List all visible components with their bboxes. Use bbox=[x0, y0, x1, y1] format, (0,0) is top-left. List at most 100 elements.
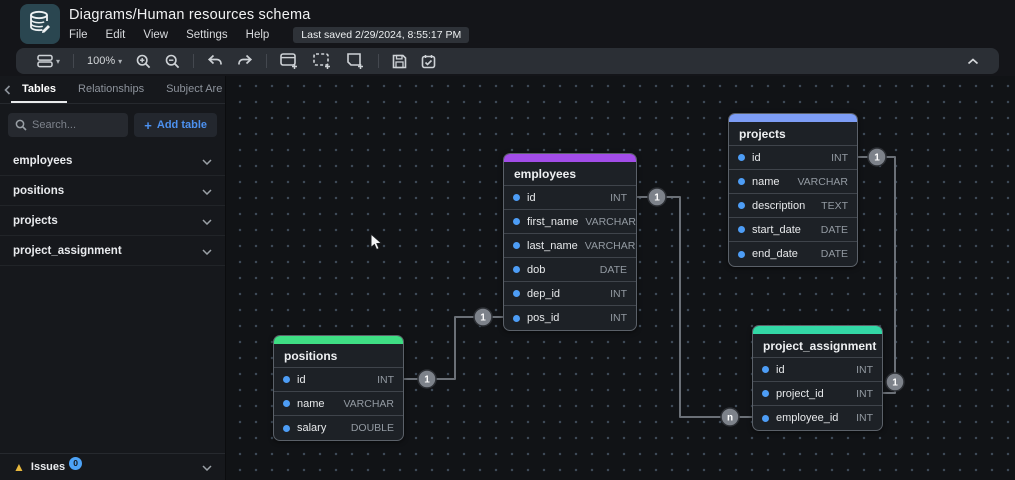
sidebar-item-employees[interactable]: employees bbox=[0, 146, 225, 176]
field-row-end_date[interactable]: end_date DATE bbox=[729, 242, 857, 266]
add-table-tool[interactable] bbox=[273, 48, 306, 74]
field-row-dep_id[interactable]: dep_id INT bbox=[504, 282, 636, 306]
zoom-in-button[interactable] bbox=[129, 48, 158, 74]
field-dot-icon bbox=[513, 194, 520, 201]
undo-button[interactable] bbox=[200, 48, 230, 74]
add-area-tool[interactable] bbox=[306, 48, 339, 74]
sidebar-tabbar: Tables Relationships Subject Are bbox=[0, 76, 241, 104]
field-row-project_id[interactable]: project_id INT bbox=[753, 382, 882, 406]
field-row-employee_id[interactable]: employee_id INT bbox=[753, 406, 882, 430]
table-accent-strip bbox=[504, 154, 636, 162]
sidebar-item-label: project_assignment bbox=[13, 244, 122, 257]
zoom-out-button[interactable] bbox=[158, 48, 187, 74]
field-row-name[interactable]: name VARCHAR bbox=[729, 170, 857, 194]
app-logo[interactable] bbox=[20, 4, 60, 44]
field-type: INT bbox=[856, 363, 873, 376]
table-header[interactable]: projects bbox=[729, 122, 857, 146]
menu-file[interactable]: File bbox=[69, 29, 88, 41]
tab-relationships[interactable]: Relationships bbox=[67, 76, 155, 103]
table-name: project_assignment bbox=[763, 338, 877, 353]
field-type: INT bbox=[610, 287, 627, 300]
field-row-name[interactable]: name VARCHAR bbox=[274, 392, 403, 416]
field-row-start_date[interactable]: start_date DATE bbox=[729, 218, 857, 242]
chevron-down-icon bbox=[202, 458, 212, 476]
collapse-header-button[interactable] bbox=[961, 52, 985, 70]
plus-icon: + bbox=[144, 117, 152, 133]
field-type: TEXT bbox=[821, 199, 848, 212]
field-name: salary bbox=[297, 422, 327, 434]
diagram-menu-button[interactable]: ▾ bbox=[30, 48, 67, 74]
field-dot-icon bbox=[762, 390, 769, 397]
field-name: description bbox=[752, 199, 806, 212]
zoom-level-value: 100% bbox=[87, 55, 116, 67]
field-row-id[interactable]: id INT bbox=[753, 358, 882, 382]
toolbar-strip: ▾ 100% ▾ bbox=[0, 48, 1015, 76]
table-header[interactable]: employees bbox=[504, 162, 636, 186]
menu-view[interactable]: View bbox=[143, 29, 168, 41]
field-type: INT bbox=[377, 373, 394, 386]
entity-table-project_assignment[interactable]: project_assignment id INT project_id INT empl… bbox=[752, 325, 883, 431]
field-dot-icon bbox=[513, 314, 520, 322]
entity-table-employees[interactable]: employees id INT first_name VARCHAR last_name… bbox=[503, 153, 637, 331]
tab-subject-are[interactable]: Subject Are bbox=[155, 76, 233, 103]
field-type: DATE bbox=[820, 223, 848, 236]
field-type: VARCHAR bbox=[584, 239, 636, 252]
field-dot-icon bbox=[283, 376, 290, 383]
field-dot-icon bbox=[738, 250, 745, 258]
field-name: pos_id bbox=[527, 312, 560, 324]
cardinality-badge bbox=[473, 307, 493, 327]
field-type: DOUBLE bbox=[350, 422, 394, 434]
field-row-salary[interactable]: salary DOUBLE bbox=[274, 416, 403, 440]
table-header[interactable]: positions bbox=[274, 344, 403, 368]
field-row-id[interactable]: id INT bbox=[504, 186, 636, 210]
table-header[interactable]: project_assignment bbox=[753, 334, 882, 358]
redo-button[interactable] bbox=[230, 48, 260, 74]
field-row-description[interactable]: description TEXT bbox=[729, 194, 857, 218]
issues-section[interactable]: ▲ Issues 0 bbox=[0, 453, 225, 480]
sidebar-item-project_assignment[interactable]: project_assignment bbox=[0, 236, 225, 266]
chevron-down-icon bbox=[202, 182, 212, 200]
field-row-first_name[interactable]: first_name VARCHAR bbox=[504, 210, 636, 234]
field-row-pos_id[interactable]: pos_id INT bbox=[504, 306, 636, 330]
field-name: name bbox=[752, 175, 780, 188]
cardinality-badge bbox=[720, 407, 740, 427]
sidebar-item-projects[interactable]: projects bbox=[0, 206, 225, 236]
field-row-last_name[interactable]: last_name VARCHAR bbox=[504, 234, 636, 258]
field-type: DATE bbox=[599, 263, 627, 276]
field-name: dep_id bbox=[527, 287, 561, 300]
menu-settings[interactable]: Settings bbox=[186, 29, 228, 41]
table-list: employees positions projects project_assign… bbox=[0, 146, 225, 266]
undo-icon bbox=[207, 54, 223, 68]
entity-table-positions[interactable]: positions id INT name VARCHAR salary DOUBLE bbox=[273, 335, 404, 441]
tab-tables[interactable]: Tables bbox=[11, 76, 68, 103]
field-row-dob[interactable]: dob DATE bbox=[504, 258, 636, 282]
menu-edit[interactable]: Edit bbox=[106, 29, 126, 41]
toolbar-separator bbox=[73, 54, 75, 68]
add-table-button[interactable]: + Add table bbox=[134, 113, 217, 137]
add-table-icon bbox=[280, 52, 299, 70]
todo-button[interactable] bbox=[414, 48, 443, 74]
table-name: projects bbox=[739, 126, 786, 141]
todo-icon bbox=[421, 54, 436, 69]
field-row-id[interactable]: id INT bbox=[729, 146, 857, 170]
zoom-level-dropdown[interactable]: 100% ▾ bbox=[80, 48, 129, 74]
field-dot-icon bbox=[738, 154, 745, 161]
add-note-tool[interactable] bbox=[339, 48, 372, 74]
relationship-positions_id__employees_pos_id[interactable] bbox=[404, 316, 503, 380]
field-row-id[interactable]: id INT bbox=[274, 368, 403, 392]
toolbar-separator bbox=[378, 54, 380, 68]
sidebar-item-label: employees bbox=[13, 154, 73, 167]
field-type: VARCHAR bbox=[797, 175, 848, 188]
table-name: employees bbox=[514, 166, 577, 181]
field-dot-icon bbox=[513, 242, 520, 249]
sidebar-item-positions[interactable]: positions bbox=[0, 176, 225, 206]
sidebar-search-row: + Add table bbox=[0, 104, 225, 146]
menu-help[interactable]: Help bbox=[246, 29, 270, 41]
field-name: first_name bbox=[527, 215, 579, 228]
drawdb-app: Diagrams/Human resources schema File Edit… bbox=[0, 0, 1015, 480]
entity-table-projects[interactable]: projects id INT name VARCHAR description TEXT s… bbox=[728, 113, 858, 267]
diagram-canvas[interactable]: 111n11 employees id INT first_name VARCHAR la… bbox=[226, 76, 1015, 480]
cardinality-label: 1 bbox=[874, 153, 880, 164]
save-button[interactable] bbox=[385, 48, 414, 74]
tabs-scroll-left-button[interactable] bbox=[4, 76, 11, 103]
